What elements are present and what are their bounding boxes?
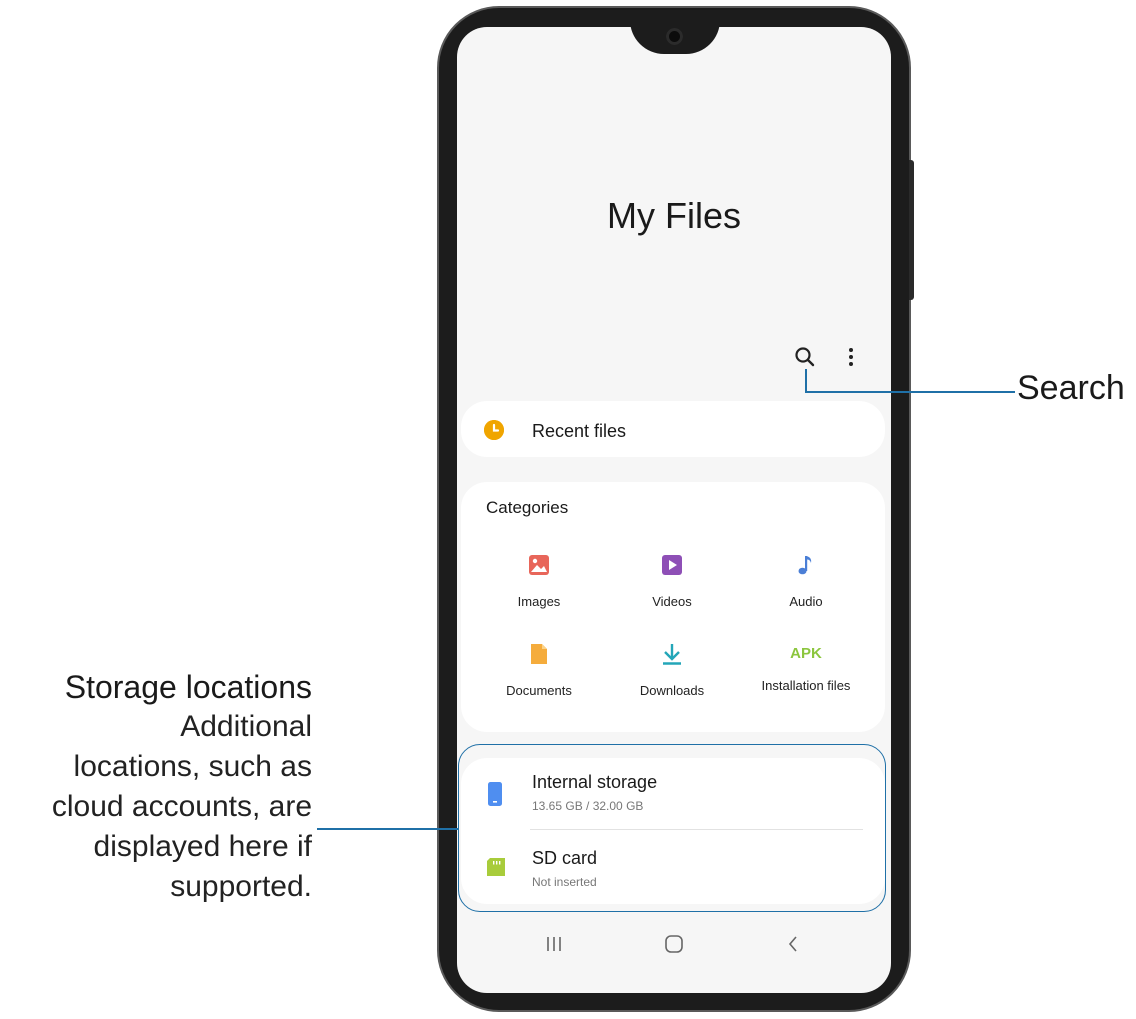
- storage-callout-heading: Storage locations: [64, 669, 312, 705]
- page-title: My Files: [607, 195, 741, 236]
- divider: [530, 829, 863, 830]
- music-note-icon: [794, 553, 818, 577]
- storage-label: SD card: [532, 848, 598, 868]
- side-button: [909, 160, 914, 300]
- storage-callout-line: Additional: [180, 710, 312, 743]
- clock-icon: [484, 420, 504, 440]
- recent-files-label: Recent files: [532, 421, 627, 441]
- storage-callout-line: cloud accounts, are: [51, 790, 312, 823]
- recent-apps-icon[interactable]: [545, 933, 563, 960]
- apk-icon-text: APK: [790, 645, 822, 662]
- recent-files-row[interactable]: [461, 401, 885, 457]
- category-audio[interactable]: Audio: [741, 553, 871, 609]
- download-icon: [660, 642, 684, 666]
- storage-callout-line-connector: [317, 828, 459, 830]
- categories-heading: Categories: [486, 498, 569, 517]
- sd-card-icon: [487, 858, 505, 881]
- search-callout-connector: [805, 369, 807, 393]
- category-label: Videos: [652, 594, 692, 609]
- back-icon[interactable]: [786, 933, 800, 960]
- category-label: Documents: [506, 683, 572, 698]
- category-label: Downloads: [639, 683, 705, 698]
- category-label: Installation files: [761, 678, 851, 693]
- storage-callout: Storage locations Additional locations, …: [0, 667, 312, 907]
- front-camera: [666, 28, 683, 45]
- phone-storage-icon: [488, 782, 502, 811]
- category-documents[interactable]: Documents: [474, 642, 604, 698]
- search-callout-line: [805, 391, 1015, 393]
- category-label: Images: [517, 594, 561, 609]
- storage-detail: 13.65 GB / 32.00 GB: [532, 799, 644, 813]
- search-callout-label: Search: [1017, 369, 1125, 407]
- storage-callout-line: locations, such as: [73, 750, 312, 783]
- video-icon: [660, 553, 684, 577]
- more-options-icon[interactable]: [840, 346, 862, 368]
- storage-label: Internal storage: [532, 772, 658, 792]
- storage-callout-line: supported.: [170, 870, 312, 903]
- category-label: Audio: [789, 594, 823, 609]
- category-installation-files[interactable]: APK Installation files: [741, 642, 871, 693]
- storage-detail: Not inserted: [532, 875, 597, 889]
- category-downloads[interactable]: Downloads: [607, 642, 737, 698]
- image-icon: [527, 553, 551, 577]
- home-icon[interactable]: [664, 933, 684, 960]
- apk-icon: APK: [790, 642, 822, 666]
- document-icon: [527, 642, 551, 666]
- storage-callout-line: displayed here if: [93, 830, 312, 863]
- category-images[interactable]: Images: [474, 553, 604, 609]
- search-icon[interactable]: [794, 346, 816, 368]
- category-videos[interactable]: Videos: [607, 553, 737, 609]
